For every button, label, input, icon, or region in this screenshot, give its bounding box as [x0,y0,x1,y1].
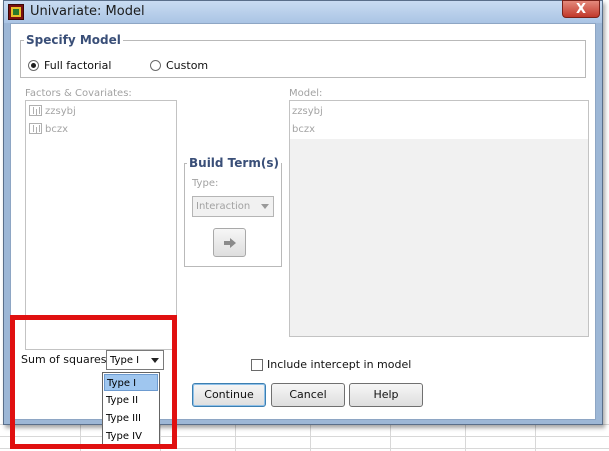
include-intercept-label: Include intercept in model [267,358,412,371]
right-arrow-icon [223,238,236,248]
model-label: Model: [289,88,323,99]
list-item[interactable]: bczx [292,124,315,135]
type-label: Type: [192,178,219,189]
model-list[interactable]: zzsybj bczx [289,100,589,337]
list-item[interactable]: bczx [29,123,68,135]
include-intercept-checkbox[interactable] [251,359,263,371]
full-factorial-label: Full factorial [44,59,112,72]
custom-label: Custom [166,59,209,72]
build-terms-legend: Build Term(s) [187,156,281,170]
full-factorial-radio[interactable] [28,60,39,71]
term-type-select[interactable]: Interaction [192,196,274,217]
list-item[interactable]: zzsybj [292,106,323,117]
help-button[interactable]: Help [349,383,423,407]
custom-radio[interactable] [150,60,161,71]
spss-app-icon [8,4,24,20]
chevron-down-icon [261,204,269,209]
highlight-box [10,315,177,449]
scale-variable-icon [29,105,42,116]
window-title: Univariate: Model [30,4,145,19]
continue-button[interactable]: Continue [192,383,266,407]
move-term-button[interactable] [213,228,246,257]
specify-model-legend: Specify Model [24,33,123,47]
list-item[interactable]: zzsybj [29,105,76,117]
close-button[interactable]: X [562,0,600,18]
title-bar[interactable]: Univariate: Model X [4,0,602,23]
factors-covariates-list[interactable]: zzsybj bczx [25,100,177,350]
cancel-button[interactable]: Cancel [271,383,345,407]
scale-variable-icon [29,123,42,134]
factors-covariates-label: Factors & Covariates: [25,88,132,99]
